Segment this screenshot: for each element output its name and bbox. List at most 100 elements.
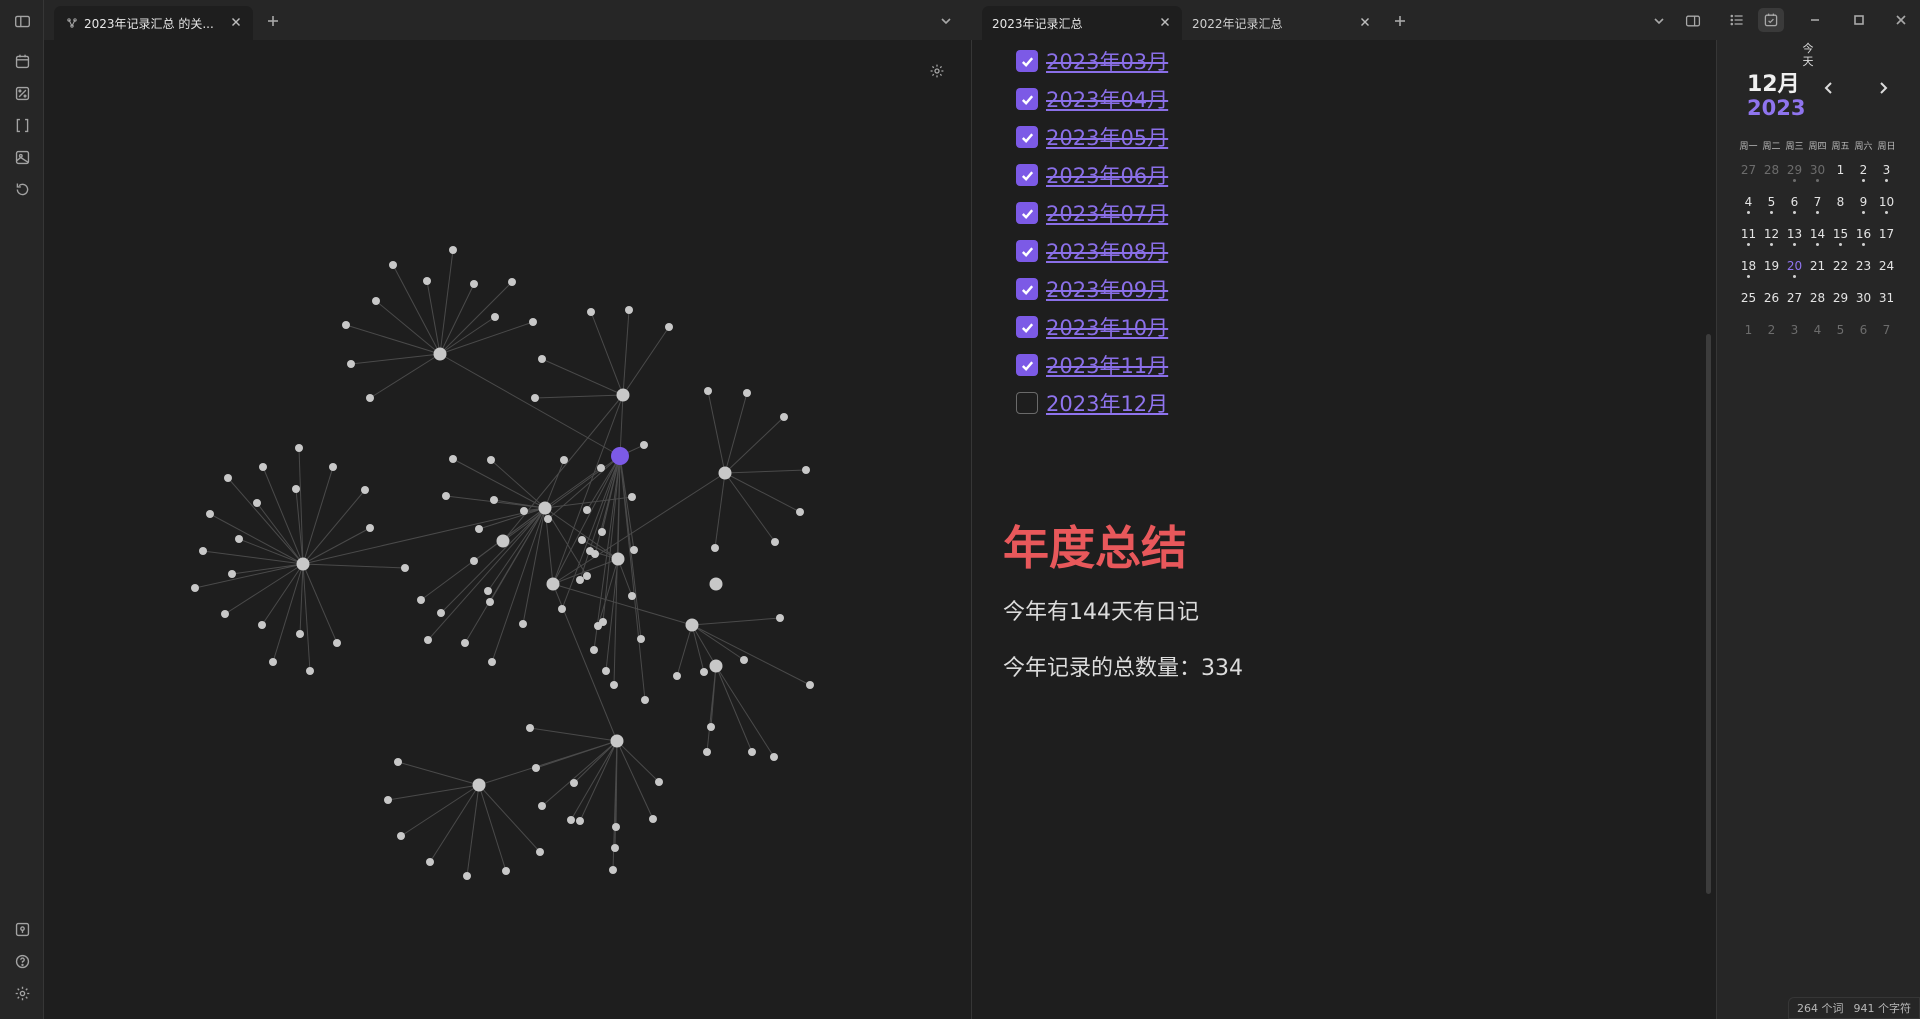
vault-icon[interactable] — [11, 918, 33, 940]
calendar-day[interactable]: 7 — [1875, 322, 1898, 344]
calendar-day[interactable]: 27 — [1737, 162, 1760, 184]
task-checkbox[interactable] — [1016, 392, 1038, 414]
task-checkbox[interactable] — [1016, 316, 1038, 338]
tab-graph-view[interactable]: 2023年记录汇总 的关... — [54, 6, 253, 40]
graph-node[interactable] — [576, 817, 584, 825]
graph-node[interactable] — [520, 507, 528, 515]
today-button[interactable]: 今天 — [1800, 42, 1816, 68]
graph-node[interactable] — [437, 609, 445, 617]
image-icon[interactable] — [11, 146, 33, 168]
task-checkbox[interactable] — [1016, 88, 1038, 110]
graph-node[interactable] — [707, 723, 715, 731]
calendar-day[interactable]: 20 — [1783, 258, 1806, 280]
graph-node[interactable] — [776, 614, 784, 622]
task-link[interactable]: 2023年03月 — [1046, 46, 1168, 76]
graph-node[interactable] — [630, 546, 638, 554]
task-link[interactable]: 2023年12月 — [1046, 388, 1168, 418]
graph-node[interactable] — [586, 547, 594, 555]
graph-node[interactable] — [372, 297, 380, 305]
graph-node[interactable] — [470, 280, 478, 288]
graph-node[interactable] — [611, 844, 619, 852]
graph-node[interactable] — [366, 394, 374, 402]
calendar-day[interactable]: 1 — [1737, 322, 1760, 344]
graph-node-hub[interactable] — [616, 388, 630, 402]
settings-icon[interactable] — [11, 982, 33, 1004]
calendar-day[interactable]: 6 — [1852, 322, 1875, 344]
calendar-day[interactable]: 22 — [1829, 258, 1852, 280]
graph-node[interactable] — [224, 474, 232, 482]
calendar-day[interactable]: 29 — [1783, 162, 1806, 184]
graph-node[interactable] — [628, 493, 636, 501]
graph-node[interactable] — [519, 620, 527, 628]
graph-node[interactable] — [269, 658, 277, 666]
next-month-chevron-icon[interactable] — [1875, 80, 1893, 98]
task-checkbox[interactable] — [1016, 202, 1038, 224]
graph-node[interactable] — [649, 815, 657, 823]
help-icon[interactable] — [11, 950, 33, 972]
task-checkbox[interactable] — [1016, 126, 1038, 148]
graph-node[interactable] — [740, 656, 748, 664]
calendar-check-icon[interactable] — [1758, 8, 1784, 32]
calendar-day[interactable]: 2 — [1852, 162, 1875, 184]
graph-node[interactable] — [711, 544, 719, 552]
minimize-icon[interactable] — [1804, 9, 1826, 31]
graph-node[interactable] — [292, 485, 300, 493]
calendar-day[interactable]: 2 — [1760, 322, 1783, 344]
graph-node[interactable] — [347, 360, 355, 368]
graph-node[interactable] — [394, 758, 402, 766]
calendar-day[interactable]: 30 — [1852, 290, 1875, 312]
graph-node[interactable] — [796, 508, 804, 516]
graph-node[interactable] — [544, 515, 552, 523]
graph-node[interactable] — [384, 796, 392, 804]
graph-node-hub[interactable] — [496, 534, 510, 548]
graph-node[interactable] — [361, 486, 369, 494]
graph-node[interactable] — [597, 464, 605, 472]
graph-node[interactable] — [583, 572, 591, 580]
graph-node[interactable] — [442, 492, 450, 500]
calendar-day[interactable]: 3 — [1875, 162, 1898, 184]
graph-node-hub[interactable] — [296, 557, 310, 571]
graph-node[interactable] — [490, 496, 498, 504]
graph-node[interactable] — [253, 499, 261, 507]
graph-node[interactable] — [463, 872, 471, 880]
calendar-day[interactable]: 7 — [1806, 194, 1829, 216]
close-icon[interactable] — [229, 15, 245, 31]
calendar-day[interactable]: 18 — [1737, 258, 1760, 280]
task-checkbox[interactable] — [1016, 164, 1038, 186]
calendar-day[interactable]: 28 — [1806, 290, 1829, 312]
calendar-day[interactable]: 4 — [1737, 194, 1760, 216]
graph-node[interactable] — [449, 455, 457, 463]
chevron-down-icon[interactable] — [1648, 10, 1670, 32]
graph-node[interactable] — [770, 753, 778, 761]
graph-node[interactable] — [640, 441, 648, 449]
graph-node[interactable] — [628, 592, 636, 600]
graph-node[interactable] — [366, 524, 374, 532]
task-checkbox[interactable] — [1016, 354, 1038, 376]
graph-node[interactable] — [587, 308, 595, 316]
graph-node[interactable] — [538, 355, 546, 363]
graph-node[interactable] — [486, 598, 494, 606]
graph-node-current[interactable] — [611, 447, 629, 465]
graph-node[interactable] — [342, 321, 350, 329]
graph-node-hub[interactable] — [610, 734, 624, 748]
calendar-day[interactable]: 23 — [1852, 258, 1875, 280]
calendar-day[interactable]: 17 — [1875, 226, 1898, 248]
calendar-day[interactable]: 29 — [1829, 290, 1852, 312]
outline-list-icon[interactable] — [1726, 9, 1748, 31]
graph-node-hub[interactable] — [472, 778, 486, 792]
task-checkbox[interactable] — [1016, 240, 1038, 262]
graph-node[interactable] — [700, 668, 708, 676]
graph-node[interactable] — [470, 557, 478, 565]
graph-node[interactable] — [609, 866, 617, 874]
task-link[interactable]: 2023年08月 — [1046, 236, 1168, 266]
graph-node-hub[interactable] — [546, 577, 560, 591]
graph-node[interactable] — [704, 387, 712, 395]
calendar-day[interactable]: 24 — [1875, 258, 1898, 280]
graph-node[interactable] — [235, 535, 243, 543]
calendar-day[interactable]: 19 — [1760, 258, 1783, 280]
calendar-day[interactable]: 28 — [1760, 162, 1783, 184]
graph-node[interactable] — [780, 413, 788, 421]
graph-node[interactable] — [401, 564, 409, 572]
graph-node[interactable] — [258, 621, 266, 629]
graph-node[interactable] — [487, 456, 495, 464]
